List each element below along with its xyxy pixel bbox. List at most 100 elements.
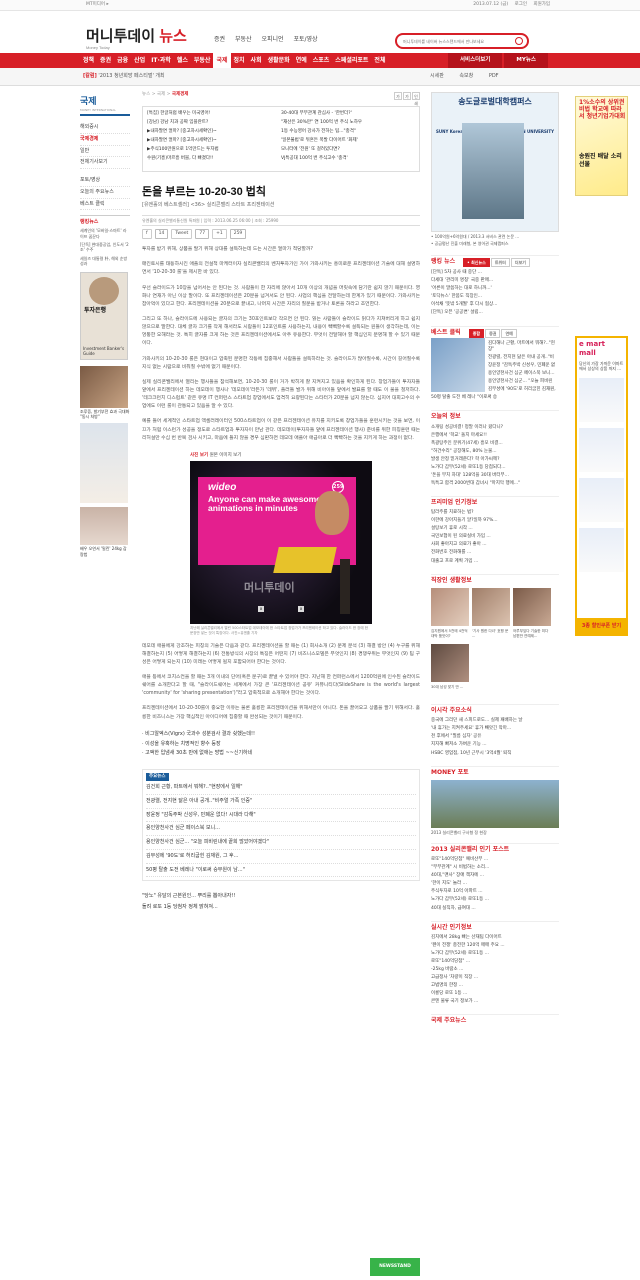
main-news-item[interactable]: 50평 탈출 도전 베레나 "이로써 승무원이 남..." (146, 864, 416, 878)
ad-text-3[interactable]: 배우 오연서 '밀린' 24kg 감량법 (80, 546, 130, 557)
menu-intl-economy[interactable]: 국제경제 (80, 134, 130, 146)
premium-info-item[interactable]: 사회 좋아지고 의료가 좋아 ... (431, 541, 559, 549)
nav-sports[interactable]: 스포츠 (310, 53, 333, 69)
book-ad[interactable]: 투자은행 Investment Banker's Guide (80, 271, 128, 360)
coupon-button[interactable]: 3종 할인쿠폰 받기 (577, 618, 626, 634)
ranking-item[interactable]: [단독] 5차 공사 때 중단 ... (431, 269, 559, 277)
today-info-item[interactable]: 폭광탕주인 분위기(47세) 흥모 비결... (431, 440, 559, 448)
nav-it[interactable]: IT·과학 (148, 53, 174, 69)
issue-item[interactable]: 지지해 빠져소 가벼운 기능 ... (431, 741, 559, 749)
live-item[interactable]: 로또"140억당첨" ... (431, 958, 559, 966)
nav-all[interactable]: 전체 (371, 53, 388, 69)
main-news-item[interactable]: 김건희 근황, 파트에서 뭐해?.."현장에서 일해" (146, 781, 416, 795)
hdr-nav-opinion[interactable]: 오피니언 (261, 36, 283, 43)
mt-media-link[interactable]: MT미디어 ▸ (86, 2, 109, 8)
issue-item[interactable]: '내 휴가는 지켜주세요' 휴가 빼앗긴 악마... (431, 725, 559, 733)
related-link[interactable]: '일본불법'로 뒤흔든 폭발 다이어트 '화제' (281, 137, 415, 146)
nav-health[interactable]: 헬스 (174, 53, 191, 69)
nav-realestate[interactable]: 부동산 (191, 53, 214, 69)
menu-today-news[interactable]: 오늘의 주요뉴스 (80, 187, 130, 199)
search-input[interactable] (403, 35, 515, 47)
nav-life[interactable]: 생활문화 (265, 53, 293, 69)
premium-info-item[interactable]: 대출고 프로 계획 가입 ... (431, 558, 559, 566)
photo-thumb[interactable]: 30대 남성 맞기 만 ... (431, 644, 469, 693)
live-item[interactable]: 김치에서 28kg 빠는 산재팀 다이어트 (431, 934, 559, 942)
nav-society[interactable]: 사회 (248, 53, 265, 69)
today-info-item[interactable]: "허건수리" 공장해도, 80% 눈물... (431, 448, 559, 456)
font-larger-button[interactable]: 가 (394, 92, 402, 100)
breaking-news-link[interactable]: 속보창 (459, 73, 473, 79)
ranking-item[interactable]: 이석채 '뜻밖 5개월' 후 다시 협상... (431, 301, 559, 309)
pdf-link[interactable]: PDF (489, 73, 499, 79)
ranking-item[interactable]: [단독] 오픈 '공공변' 설립... (431, 309, 559, 317)
live-item[interactable]: -25kg 바람소 ... (431, 966, 559, 974)
live-item[interactable]: 이룡당 로또 1등 ... (431, 990, 559, 998)
tab-twitter[interactable]: 트위터 (490, 257, 510, 268)
premium-info-item[interactable]: 설탕보기 휴로 시작 ... (431, 525, 559, 533)
extra-link[interactable]: 돌려 로또 1등 당첨자 정체 밝혀져... (142, 902, 420, 913)
photo-thumb[interactable]: 어루부잎다 기술한 미다 남편만 연예제... (513, 587, 551, 642)
left-ranking-item[interactable]: 세일즈 대통령 朴, 해외 순방 성과 (80, 256, 130, 267)
money-photo[interactable] (431, 779, 559, 828)
sponsored-link[interactable]: · 비그알엑스(Vigrx) 국과수 성분검사 결과 쉿했는데!! (142, 731, 420, 738)
menu-overseas-stocks[interactable]: 해외증시 (80, 122, 130, 134)
popular-item[interactable]: "부부관계" 시 비법하는 소리... (431, 864, 559, 872)
close-icon[interactable]: x (298, 605, 304, 612)
popular-item[interactable]: 40대 실직자, 급여대 ... (431, 905, 559, 913)
menu-general[interactable]: 일반 (80, 146, 130, 158)
tab-all[interactable]: 종합 (468, 328, 485, 338)
ad-image-3[interactable] (80, 507, 128, 546)
menu-best-click[interactable]: 베스트 클릭 (80, 199, 130, 211)
popular-item[interactable]: '한이 지도' 놀라 ... (431, 880, 559, 888)
ad-image-1[interactable] (80, 365, 128, 408)
premium-info-item[interactable]: 전화번호 전화해를 ... (431, 549, 559, 557)
print-button[interactable]: 인쇄 (412, 92, 420, 106)
issue-item[interactable]: 천 후에서 "필름 심자' 공유 (431, 733, 559, 741)
left-ranking-item[interactable]: 세계인의 '모바일·스마트' 라이프 꿈꾼다 (80, 228, 130, 239)
sponsored-link[interactable]: · 고액한 입냄새 30초 만에 없애는 방법 ~~신기하네 (142, 750, 420, 757)
login-link[interactable]: 로그인 (515, 2, 527, 7)
related-link[interactable]: [특집] 한글처럼 배우는 미국영어! (147, 110, 281, 119)
related-link[interactable]: 30-40대 부부관계 관심사 - '한번더?' (281, 110, 415, 119)
newsstand-banner[interactable]: NEWSSTAND (370, 1258, 420, 1276)
font-smaller-button[interactable]: 가 (403, 92, 411, 100)
ranking-item[interactable]: 다세대 '관리미 명칭' 국중 판매... (431, 277, 559, 285)
main-news-item[interactable]: 용인양천사건 심군... "오늘 피비린내에 끝희 많았어야겠다" (146, 836, 416, 850)
campus-ad[interactable]: 송도글로벌대학캠퍼스 SUNY Korea GEORGE MASON UNIVE… (431, 92, 559, 232)
related-link[interactable]: ▶내차팔면 얼마? [중고차시세확인]~ (147, 137, 281, 146)
popular-item[interactable]: 노가다 갑부(52세) 로또1등 ... (431, 896, 559, 904)
google-plus-button[interactable]: +1 (212, 229, 227, 240)
related-link[interactable]: 모니터에 '전원' 또 걸려있다면? (281, 145, 415, 154)
hdr-nav-stock[interactable]: 증권 (214, 36, 225, 43)
emart-ad[interactable]: e mart mall 당신의 가장 가까운 이마트에서 상상의 상품 까지 .… (575, 336, 628, 636)
left-ranking-item[interactable]: [단독] 현대중공업, 인도서 '2조' 수주 (80, 242, 130, 253)
popular-item[interactable]: 40대,"맨사" 장애 책자에 ... (431, 872, 559, 880)
popular-item[interactable]: 주식투자로 10억 아파트 ... (431, 888, 559, 896)
today-info-item[interactable]: 독특고 합격 2000번대 갑녀시 "마지막 행에..." (431, 480, 559, 488)
live-item[interactable]: 고법명의 한정 ... (431, 982, 559, 990)
main-news-item[interactable]: 장윤정 "감독주박 신성우, 민폐운 없다! 시대라 다해" (146, 809, 416, 823)
sponsored-link[interactable]: · 이성을 유혹하는 치명적인 향수 등장 (142, 741, 420, 748)
signup-link[interactable]: 회원가입 (533, 2, 550, 7)
menu-photo[interactable]: 포토/영상 (80, 175, 130, 187)
ad-image-2[interactable] (80, 423, 128, 504)
main-news-item[interactable]: 용인양천사건 심군 페이스북 보니... (146, 822, 416, 837)
crumb-international[interactable]: 국제 (157, 92, 165, 97)
today-info-item[interactable]: 은행에서 '학교' 돌지 마세요!! (431, 432, 559, 440)
hot-headline[interactable]: [칼럼] '2013 청년희망 페스티벌' 개최 (83, 73, 165, 80)
hdr-nav-photo[interactable]: 포토/영상 (293, 36, 317, 43)
crumb-intl-economy[interactable]: 국제경제 (172, 92, 189, 97)
related-link[interactable]: VJ특공대 100억 번 주식고수 '충격' (281, 154, 415, 163)
related-link[interactable]: 수원(기흥)마르흥 버블, 다 빠졌다!! (147, 154, 281, 163)
main-news-item[interactable]: 전광렬, 전지현 닮은 아내 공개.."비주얼 가족 인증" (146, 795, 416, 809)
tab-stock[interactable]: 증권 (485, 328, 501, 338)
tab-entertainment[interactable]: 연예 (501, 328, 517, 338)
search-icon[interactable] (515, 37, 523, 45)
tab-latest[interactable]: • 최신뉴스 (463, 257, 490, 268)
nav-finance[interactable]: 금융 (114, 53, 131, 69)
site-logo[interactable]: 머니투데이 뉴스 Money Today (86, 27, 187, 51)
related-link[interactable]: 1등 수능영어 강사가 전하는 팁..."충격" (281, 128, 415, 137)
photo-thumb[interactable]: '기사 원한 다녀' 호평 문 ... (472, 587, 510, 642)
live-item[interactable]: 고급정사 '차량이 직장 ... (431, 974, 559, 982)
nav-politics[interactable]: 정치 (231, 53, 248, 69)
